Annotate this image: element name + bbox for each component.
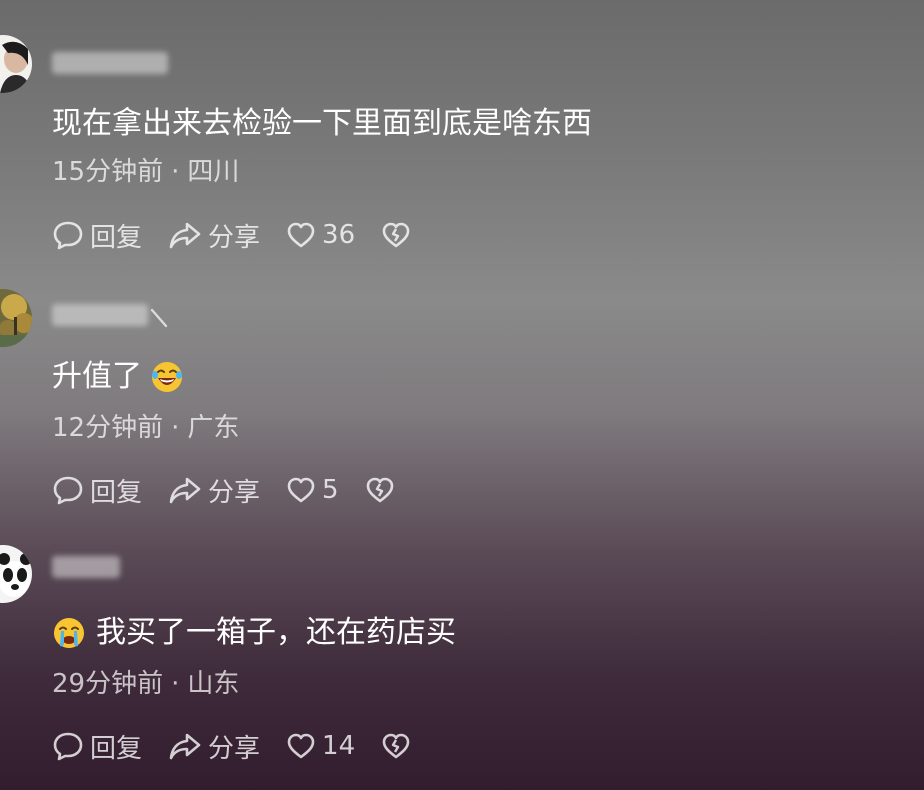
- comment-content: 我买了一箱子，还在药店买: [96, 615, 456, 650]
- username-redacted[interactable]: [52, 556, 120, 578]
- reply-icon: [52, 220, 84, 250]
- broken-heart-icon: [381, 732, 411, 760]
- heart-icon: [286, 476, 316, 504]
- crying-emoji: [52, 616, 86, 650]
- username-redacted[interactable]: [52, 52, 168, 74]
- like-button[interactable]: 14: [286, 731, 355, 761]
- dislike-button[interactable]: [381, 221, 411, 249]
- comment-time: 29分钟前: [52, 669, 164, 699]
- username-redacted[interactable]: [52, 304, 148, 326]
- reply-label: 回复: [90, 477, 143, 508]
- reply-icon: [52, 475, 84, 505]
- share-icon: [168, 475, 202, 505]
- meta-separator: ·: [171, 157, 180, 187]
- reply-button[interactable]: 回复: [52, 728, 142, 765]
- share-icon: [168, 220, 202, 250]
- heart-icon: [286, 221, 316, 249]
- comment-content: 升值了: [52, 359, 142, 394]
- meta-separator: ·: [171, 669, 180, 699]
- comment-actions: 回复 分享 14: [52, 728, 437, 765]
- comment-meta: 12分钟前 · 广东: [52, 411, 239, 445]
- comment-content: 现在拿出来去检验一下里面到底是啥东西: [52, 106, 592, 141]
- broken-heart-icon: [381, 221, 411, 249]
- share-label: 分享: [208, 477, 261, 508]
- like-count: 5: [322, 475, 339, 505]
- comment-location: 四川: [187, 157, 240, 187]
- avatar[interactable]: [0, 289, 32, 347]
- laughing-crying-emoji: [150, 360, 184, 394]
- like-count: 14: [322, 731, 356, 761]
- share-button[interactable]: 分享: [168, 472, 260, 509]
- comment-meta: 15分钟前 · 四川: [52, 155, 239, 189]
- like-count: 36: [322, 220, 356, 250]
- comment-actions: 回复 分享 5: [52, 472, 421, 509]
- reply-label: 回复: [90, 733, 143, 764]
- comment-location: 广东: [187, 413, 240, 443]
- share-button[interactable]: 分享: [168, 728, 260, 765]
- comment-time: 12分钟前: [52, 413, 164, 443]
- heart-icon: [286, 732, 316, 760]
- comment-text: 升值了: [52, 357, 184, 397]
- share-label: 分享: [208, 222, 261, 253]
- share-button[interactable]: 分享: [168, 217, 260, 254]
- comment-text: 我买了一箱子，还在药店买: [52, 613, 456, 653]
- reply-button[interactable]: 回复: [52, 472, 142, 509]
- reply-icon: [52, 731, 84, 761]
- meta-separator: ·: [171, 413, 180, 443]
- comment-text: 现在拿出来去检验一下里面到底是啥东西: [52, 104, 592, 144]
- comment-location: 山东: [187, 669, 240, 699]
- broken-heart-icon: [365, 476, 395, 504]
- reply-label: 回复: [90, 222, 143, 253]
- like-button[interactable]: 5: [286, 475, 339, 505]
- dislike-button[interactable]: [365, 476, 395, 504]
- comment-meta: 29分钟前 · 山东: [52, 667, 239, 701]
- reply-button[interactable]: 回复: [52, 217, 142, 254]
- avatar[interactable]: [0, 545, 32, 603]
- comment-actions: 回复 分享 36: [52, 217, 437, 254]
- avatar[interactable]: [0, 35, 32, 93]
- comment-time: 15分钟前: [52, 157, 164, 187]
- share-label: 分享: [208, 733, 261, 764]
- username-decoration-icon: [150, 308, 168, 328]
- dislike-button[interactable]: [381, 732, 411, 760]
- share-icon: [168, 731, 202, 761]
- like-button[interactable]: 36: [286, 220, 355, 250]
